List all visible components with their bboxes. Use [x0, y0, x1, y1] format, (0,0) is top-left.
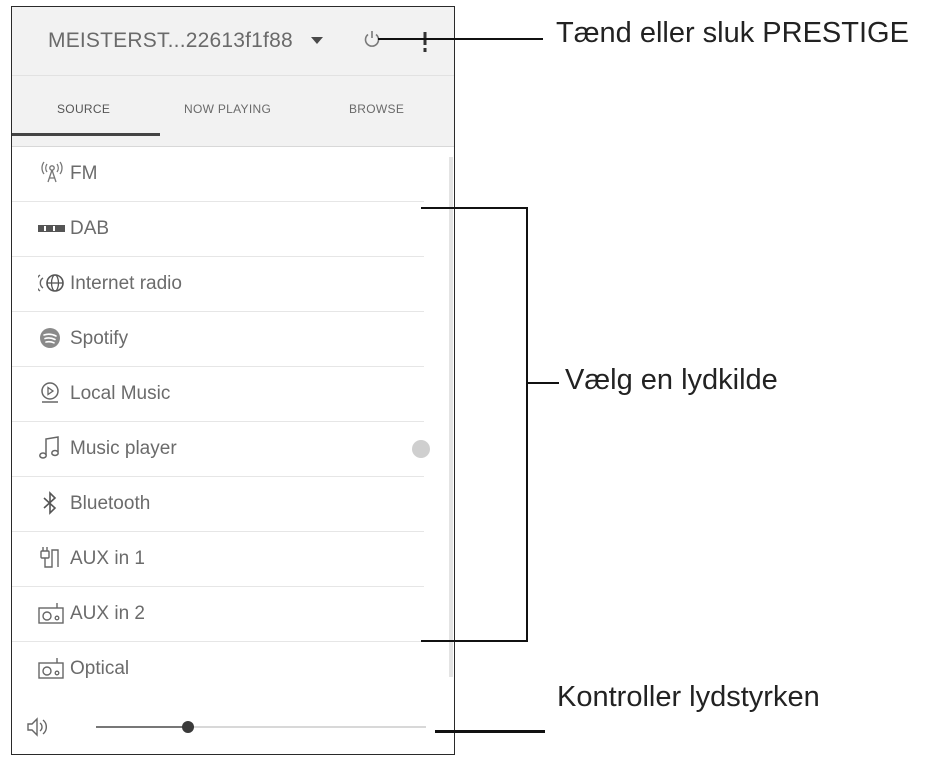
source-item-fm[interactable]: FM — [12, 147, 424, 202]
dab-icon — [38, 225, 65, 232]
power-callout-line — [378, 38, 543, 40]
source-label: Bluetooth — [70, 493, 151, 514]
chevron-down-icon[interactable] — [311, 37, 323, 44]
source-item-aux-in-2[interactable]: AUX in 2 — [12, 587, 424, 642]
source-label: Local Music — [70, 383, 171, 404]
source-item-bluetooth[interactable]: Bluetooth — [12, 477, 424, 532]
volume-callout-line — [435, 730, 545, 733]
device-name[interactable]: MEISTERST...22613f1f88 — [48, 29, 293, 53]
speaker-icon — [27, 717, 47, 737]
power-annotation: Tænd eller sluk PRESTIGE — [556, 17, 909, 49]
source-label: Optical — [70, 658, 130, 679]
local-music-icon — [41, 382, 59, 403]
selected-tab-indicator — [12, 133, 160, 136]
tab-source[interactable]: SOURCE — [57, 102, 110, 116]
list-scrollbar[interactable] — [449, 157, 453, 677]
spotify-icon — [40, 328, 60, 348]
source-item-aux-in-1[interactable]: AUX in 1 — [12, 532, 424, 587]
source-item-dab[interactable]: DAB — [12, 202, 424, 257]
optical-device-icon — [38, 658, 64, 679]
source-label: Spotify — [70, 328, 129, 349]
aux-device-icon — [38, 603, 64, 624]
internet-radio-icon — [38, 274, 64, 292]
source-label: Internet radio — [70, 273, 182, 294]
source-label: AUX in 2 — [70, 603, 145, 624]
source-bracket-side — [526, 207, 528, 641]
tab-browse[interactable]: BROWSE — [349, 102, 404, 116]
tab-now-playing[interactable]: NOW PLAYING — [184, 102, 271, 116]
volume-track-fill — [96, 726, 189, 728]
source-item-internet-radio[interactable]: Internet radio — [12, 257, 424, 312]
app-window: MEISTERST...22613f1f88 SOURCE NOW PLAYIN… — [11, 6, 455, 755]
source-item-optical[interactable]: Optical — [12, 642, 424, 696]
source-label: AUX in 1 — [70, 548, 145, 569]
source-annotation: Vælg en lydkilde — [565, 364, 778, 396]
volume-control — [12, 702, 454, 754]
volume-annotation: Kontroller lydstyrken — [557, 681, 820, 713]
source-bracket-top — [421, 207, 528, 209]
source-bracket-bottom — [421, 640, 528, 642]
top-bar: MEISTERST...22613f1f88 — [12, 7, 454, 75]
bluetooth-icon — [43, 491, 57, 515]
tab-bar: SOURCE NOW PLAYING BROWSE — [12, 75, 454, 147]
fm-antenna-icon — [41, 161, 63, 183]
more-vertical-icon[interactable] — [422, 31, 428, 53]
aux-plug-icon — [40, 547, 59, 568]
status-dot — [412, 440, 430, 458]
source-label: FM — [70, 163, 98, 184]
source-item-local-music[interactable]: Local Music — [12, 367, 424, 422]
source-item-music-player[interactable]: Music player — [12, 422, 430, 477]
music-note-icon — [39, 436, 59, 459]
volume-slider-knob[interactable] — [182, 721, 195, 733]
source-label: DAB — [70, 218, 110, 239]
source-item-spotify[interactable]: Spotify — [12, 312, 424, 367]
source-label: Music player — [70, 438, 177, 459]
source-callout-line — [527, 382, 559, 384]
